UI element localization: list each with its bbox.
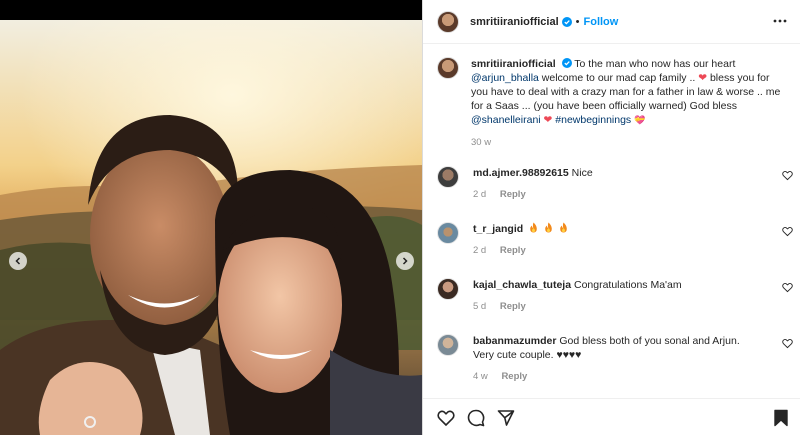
caption-mention-arjun[interactable]: @arjun_bhalla: [471, 72, 539, 84]
comment-time: 2 d: [473, 245, 487, 256]
comment-username[interactable]: md.ajmer.98892615: [473, 167, 569, 179]
caption-text-2: welcome to our mad cap family ..: [541, 72, 696, 84]
post-caption: smritiiraniofficial To the man who now h…: [437, 57, 787, 150]
comment-body: babanmazumder God bless both of you sona…: [473, 334, 763, 384]
reply-button[interactable]: Reply: [500, 245, 526, 256]
more-options-icon[interactable]: [773, 14, 787, 28]
chevron-left-icon: [15, 257, 21, 265]
comment-item: t_r_jangid 2 d Reply: [437, 222, 797, 258]
reply-button[interactable]: Reply: [501, 371, 527, 382]
post-action-bar: [423, 398, 800, 435]
comment-item: kajal_chawla_tuteja Congratulations Ma'a…: [437, 278, 797, 314]
fire-emoji-icon: [545, 222, 552, 233]
fire-emoji-icon: [560, 222, 567, 233]
red-heart-emoji-icon: ❤: [698, 72, 708, 84]
caption-username[interactable]: smritiiraniofficial: [471, 58, 556, 70]
verified-badge-icon: [561, 16, 572, 27]
caption-hashtag[interactable]: #newbeginnings: [555, 114, 631, 126]
comment-like-heart-icon[interactable]: [782, 226, 793, 237]
comment-time: 5 d: [473, 301, 487, 312]
post-photo: [0, 20, 422, 435]
previous-photo-button[interactable]: [9, 252, 27, 270]
comment-text: Nice: [571, 167, 593, 179]
commenter-avatar[interactable]: [437, 222, 459, 244]
caption-mention-shanelle[interactable]: @shanelleirani: [471, 114, 541, 126]
comment-body: t_r_jangid 2 d Reply: [473, 222, 763, 258]
comment-text: Congratulations Ma'am: [573, 279, 682, 291]
comment-meta: 2 d Reply: [473, 188, 763, 202]
comment-time: 4 w: [473, 371, 488, 382]
share-icon[interactable]: [497, 409, 515, 427]
post-media: [0, 0, 422, 435]
red-heart-emoji-icon: ❤: [543, 114, 553, 126]
comment-like-heart-icon[interactable]: [782, 338, 793, 349]
caption-timestamp: 30 w: [471, 137, 492, 148]
author-username[interactable]: smritiiraniofficial: [470, 16, 559, 28]
comment-item: md.ajmer.98892615 Nice 2 d Reply: [437, 166, 797, 202]
author-avatar[interactable]: [437, 10, 459, 33]
comment-username[interactable]: kajal_chawla_tuteja: [473, 279, 571, 291]
post-header: smritiiraniofficial • Follow: [423, 0, 800, 44]
comment-like-heart-icon[interactable]: [782, 170, 793, 181]
caption-body: smritiiraniofficial To the man who now h…: [471, 57, 787, 150]
comment-username[interactable]: t_r_jangid: [473, 223, 523, 235]
media-top-bar: [0, 0, 422, 20]
caption-author-avatar[interactable]: [437, 57, 459, 79]
commenter-avatar[interactable]: [437, 278, 459, 300]
comment-item: babanmazumder God bless both of you sona…: [437, 334, 797, 384]
next-photo-button[interactable]: [396, 252, 414, 270]
post-details-panel: smritiiraniofficial • Follow smritiirani…: [422, 0, 800, 435]
chevron-right-icon: [402, 257, 408, 265]
comment-time: 2 d: [473, 189, 487, 200]
reply-button[interactable]: Reply: [500, 189, 526, 200]
fire-emoji-icon: [530, 222, 537, 233]
reply-button[interactable]: Reply: [500, 301, 526, 312]
bookmark-icon[interactable]: [772, 409, 790, 427]
caption-text-1: To the man who now has our heart: [574, 58, 736, 70]
heart-with-ribbon-emoji-icon: 💝: [634, 115, 646, 125]
verified-badge-icon: [561, 58, 572, 68]
comment-meta: 2 d Reply: [473, 244, 763, 258]
separator-dot: •: [575, 15, 580, 28]
follow-button[interactable]: Follow: [584, 16, 619, 28]
commenter-avatar[interactable]: [437, 166, 459, 188]
comment-like-heart-icon[interactable]: [782, 282, 793, 293]
comment-meta: 4 w Reply: [473, 370, 763, 384]
comment-meta: 5 d Reply: [473, 300, 763, 314]
comment-body: kajal_chawla_tuteja Congratulations Ma'a…: [473, 278, 763, 314]
instagram-post-modal: smritiiraniofficial • Follow smritiirani…: [0, 0, 800, 435]
heart-icon[interactable]: [437, 409, 455, 427]
comment-icon[interactable]: [467, 409, 485, 427]
comment-body: md.ajmer.98892615 Nice 2 d Reply: [473, 166, 763, 202]
commenter-avatar[interactable]: [437, 334, 459, 356]
comment-username[interactable]: babanmazumder: [473, 335, 556, 347]
